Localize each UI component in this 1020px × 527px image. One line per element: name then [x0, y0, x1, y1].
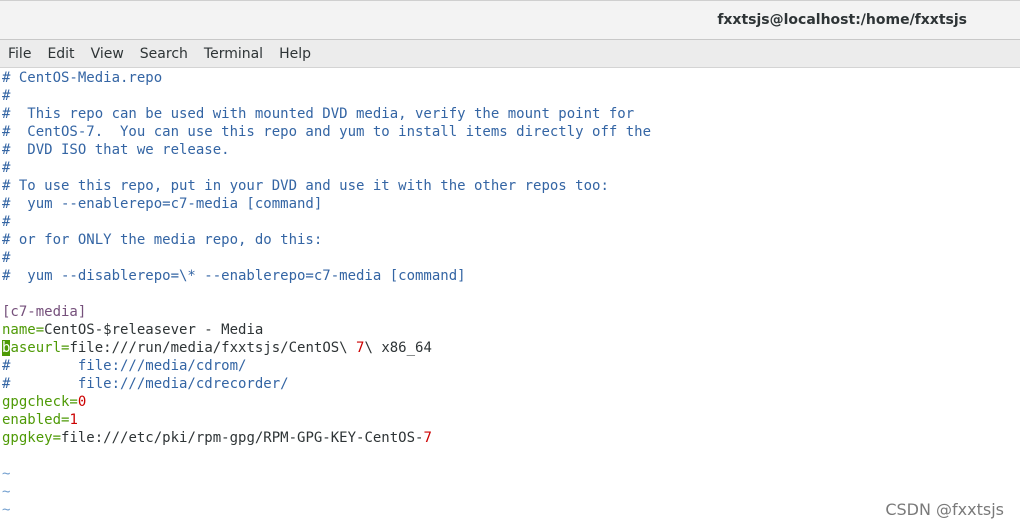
comment-line: # This repo can be used with mounted DVD…: [2, 106, 635, 122]
window-title: fxxtsjs@localhost:/home/fxxtsjs: [717, 12, 967, 28]
commented-url-line: # file:///media/cdrom/: [2, 358, 247, 374]
comment-line: # yum --disablerepo=\* --enablerepo=c7-m…: [2, 268, 466, 284]
comment-line: # yum --enablerepo=c7-media [command]: [2, 196, 323, 212]
comment-line: #: [2, 88, 11, 104]
baseurl-value: file:///run/media/fxxtsjs/CentOS\: [69, 340, 357, 356]
gpgkey-version-number: 7: [423, 430, 432, 446]
commented-url-line: # file:///media/cdrecorder/: [2, 376, 289, 392]
gpgkey-value: file:///etc/pki/rpm-gpg/RPM-GPG-KEY-Cent…: [61, 430, 424, 446]
comment-line: # DVD ISO that we release.: [2, 142, 230, 158]
vim-editor-area[interactable]: # CentOS-Media.repo # # This repo can be…: [0, 68, 1020, 527]
menu-terminal[interactable]: Terminal: [204, 46, 263, 62]
empty-line-tilde: ~: [2, 484, 11, 500]
comment-line: # To use this repo, put in your DVD and …: [2, 178, 609, 194]
comment-line: #: [2, 160, 11, 176]
comment-line: # or for ONLY the media repo, do this:: [2, 232, 323, 248]
enabled-key: enabled=: [2, 412, 70, 428]
terminal-window: fxxtsjs@localhost:/home/fxxtsjs File Edi…: [0, 0, 1020, 527]
baseurl-key: aseurl=: [10, 340, 70, 356]
menu-edit[interactable]: Edit: [47, 46, 74, 62]
menu-file[interactable]: File: [8, 46, 31, 62]
gpgcheck-key: gpgcheck=: [2, 394, 78, 410]
comment-line: # CentOS-7. You can use this repo and yu…: [2, 124, 652, 140]
gpgcheck-line: gpgcheck=0: [2, 393, 86, 411]
menu-help[interactable]: Help: [279, 46, 311, 62]
menu-search[interactable]: Search: [140, 46, 188, 62]
comment-line: #: [2, 214, 11, 230]
csdn-watermark: CSDN @fxxtsjs: [885, 500, 1004, 519]
title-bar[interactable]: fxxtsjs@localhost:/home/fxxtsjs: [0, 0, 1020, 40]
name-line: name=CentOS-$releasever - Media: [2, 321, 263, 339]
baseurl-line: baseurl=file:///run/media/fxxtsjs/CentOS…: [2, 339, 432, 357]
empty-line-tilde: ~: [2, 466, 11, 482]
gpgkey-line: gpgkey=file:///etc/pki/rpm-gpg/RPM-GPG-K…: [2, 429, 432, 447]
menu-bar: File Edit View Search Terminal Help: [0, 40, 1020, 68]
menu-view[interactable]: View: [91, 46, 124, 62]
name-key: name=: [2, 322, 45, 338]
comment-line: #: [2, 250, 11, 266]
comment-line: # CentOS-Media.repo: [2, 70, 163, 86]
enabled-value: 1: [69, 412, 78, 428]
gpgcheck-value: 0: [77, 394, 87, 410]
enabled-line: enabled=1: [2, 411, 78, 429]
baseurl-arch: \ x86_64: [364, 340, 432, 356]
repo-section-header: [c7-media]: [2, 304, 87, 320]
empty-line-tilde: ~: [2, 502, 11, 518]
name-value: CentOS-$releasever - Media: [44, 322, 264, 338]
gpgkey-key: gpgkey=: [2, 430, 62, 446]
